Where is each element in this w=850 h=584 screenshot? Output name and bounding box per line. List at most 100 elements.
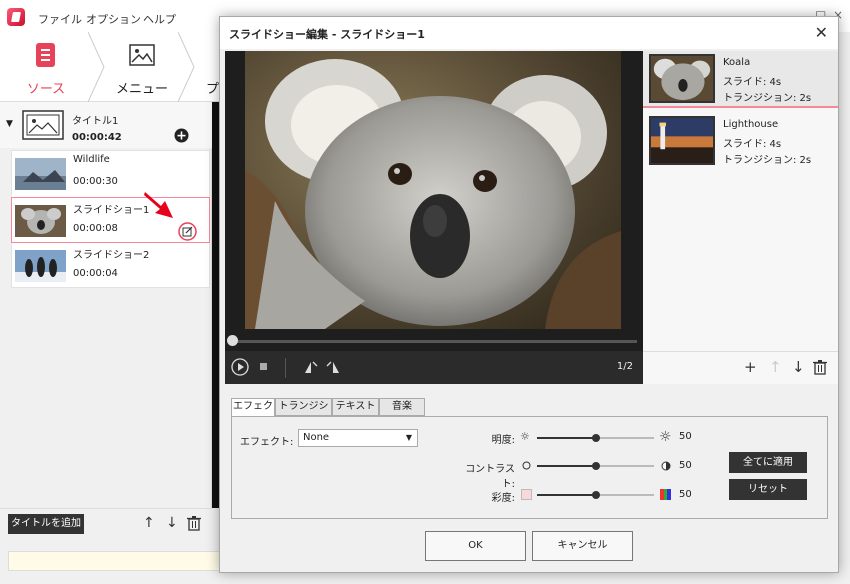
close-icon[interactable]: ✕ — [815, 23, 828, 42]
move-up-icon[interactable]: ↑ — [143, 515, 155, 531]
chevron-down-icon: ▼ — [405, 433, 412, 442]
slide-name: Lighthouse — [723, 119, 779, 130]
title-name: タイトル1 — [72, 116, 119, 127]
brightness-low-icon: ☼ — [520, 430, 530, 443]
clip-name: スライドショー2 — [73, 250, 150, 261]
clip-duration: 00:00:30 — [73, 176, 118, 187]
slide-toolbar: + ↑ ↓ — [643, 351, 838, 384]
brightness-knob[interactable] — [591, 434, 600, 442]
move-down-icon[interactable]: ↓ — [166, 515, 178, 531]
trash-icon[interactable] — [813, 360, 827, 375]
contrast-high-icon — [661, 461, 671, 471]
move-up-icon[interactable]: ↑ — [769, 358, 782, 376]
saturation-value: 50 — [679, 489, 692, 500]
apply-all-button[interactable]: 全てに適用 — [729, 452, 807, 473]
brightness-slider[interactable] — [537, 434, 654, 442]
page-indicator: 1/2 — [616, 361, 633, 372]
add-circle-icon[interactable] — [174, 128, 189, 143]
clip-duration: 00:00:04 — [73, 268, 118, 279]
brightness-value: 50 — [679, 431, 692, 442]
arrow-annotation-icon — [144, 192, 173, 218]
slide-thumbnail — [649, 54, 715, 103]
list-item[interactable]: スライドショー2 00:00:04 — [12, 243, 211, 289]
saturation-label: 彩度: — [491, 493, 515, 504]
effect-value: None — [303, 432, 330, 443]
step-menu[interactable]: メニュー — [104, 32, 180, 102]
menu-options[interactable]: オプション — [86, 11, 141, 27]
add-icon[interactable]: + — [744, 358, 757, 376]
slide-duration: スライド: 4s — [723, 139, 782, 150]
step-preview[interactable]: プ — [200, 32, 220, 102]
slide-transition: トランジション: 2s — [723, 93, 812, 104]
tab-effect[interactable]: エフェクト — [231, 398, 275, 428]
bottom-toolbar: タイトルを追加 ↑ ↓ — [0, 508, 212, 540]
slide-name: Koala — [723, 57, 751, 68]
player-controls: 1/2 — [225, 351, 643, 384]
slideshow-edit-dialog: スライドショー編集 - スライドショー1 ✕ 1/2 Koala スライド: 4… — [219, 16, 839, 573]
brightness-high-icon: ☼ — [659, 429, 672, 445]
play-icon[interactable] — [231, 358, 249, 376]
title-row[interactable]: ▼ タイトル1 00:00:42 — [0, 102, 212, 148]
dialog-titlebar: スライドショー編集 - スライドショー1 ✕ — [220, 17, 838, 49]
tab-music[interactable]: 音楽 — [379, 398, 425, 416]
rotate-left-icon[interactable] — [304, 360, 318, 374]
move-down-icon[interactable]: ↓ — [792, 358, 805, 376]
trash-icon[interactable] — [187, 516, 201, 531]
saturation-slider[interactable] — [537, 491, 654, 499]
saturation-knob[interactable] — [591, 491, 600, 499]
tab-transition[interactable]: トランジション — [275, 398, 332, 428]
clip-thumbnail — [15, 158, 66, 190]
clip-thumbnail — [15, 250, 66, 282]
clip-name: Wildlife — [73, 154, 110, 165]
menu-file[interactable]: ファイル — [38, 11, 82, 27]
dialog-title: スライドショー編集 - スライドショー1 — [229, 28, 425, 41]
contrast-label: コントラスト: — [465, 464, 515, 490]
document-icon — [36, 43, 55, 67]
list-item[interactable]: Wildlife 00:00:30 — [12, 151, 211, 197]
edit-icon[interactable] — [178, 222, 197, 241]
clip-duration: 00:00:08 — [73, 223, 118, 234]
koala-image — [245, 51, 621, 329]
saturation-low-icon — [521, 489, 532, 500]
title-duration: 00:00:42 — [72, 132, 122, 143]
control-divider — [285, 358, 286, 378]
slide-thumbnail — [649, 116, 715, 165]
list-item[interactable]: Koala スライド: 4s トランジション: 2s — [643, 51, 838, 108]
reset-button[interactable]: リセット — [729, 479, 807, 500]
slide-duration: スライド: 4s — [723, 77, 782, 88]
seek-knob[interactable] — [227, 335, 238, 346]
effect-panel: エフェクト: None ▼ 明度: ☼ ☼ 50 コントラスト: 50 彩度: — [231, 416, 828, 519]
collapse-icon[interactable]: ▼ — [6, 119, 13, 129]
saturation-high-icon — [660, 489, 671, 500]
slide-list: Koala スライド: 4s トランジション: 2s Lighthouse スラ… — [643, 51, 838, 384]
contrast-knob[interactable] — [591, 462, 600, 470]
step-separator — [178, 32, 195, 102]
contrast-slider[interactable] — [537, 462, 654, 470]
app-logo — [7, 8, 25, 26]
picture-icon — [129, 44, 155, 66]
list-item[interactable]: Lighthouse スライド: 4s トランジション: 2s — [643, 113, 838, 170]
brightness-label: 明度: — [491, 435, 515, 446]
effect-select[interactable]: None ▼ — [298, 429, 418, 447]
contrast-fill — [537, 465, 596, 467]
clip-name: スライドショー1 — [73, 205, 150, 216]
brightness-fill — [537, 437, 596, 439]
step-source-label: ソース — [26, 82, 66, 97]
status-strip — [8, 551, 220, 571]
step-source[interactable]: ソース — [0, 32, 92, 102]
rotate-right-icon[interactable] — [326, 360, 340, 374]
step-menu-label: メニュー — [115, 82, 168, 97]
contrast-low-icon — [522, 461, 531, 470]
cancel-button[interactable]: キャンセル — [532, 531, 633, 561]
stop-icon[interactable] — [260, 363, 267, 370]
step-preview-label: プ — [206, 82, 220, 97]
saturation-fill — [537, 494, 596, 496]
add-title-button[interactable]: タイトルを追加 — [8, 514, 84, 534]
menu-help[interactable]: ヘルプ — [143, 11, 176, 27]
ok-button[interactable]: OK — [425, 531, 526, 561]
tab-text[interactable]: テキスト — [332, 398, 379, 416]
preview-player: 1/2 — [225, 51, 643, 384]
title-thumbnail-icon — [22, 110, 64, 140]
seek-bar[interactable] — [231, 340, 637, 343]
contrast-value: 50 — [679, 460, 692, 471]
